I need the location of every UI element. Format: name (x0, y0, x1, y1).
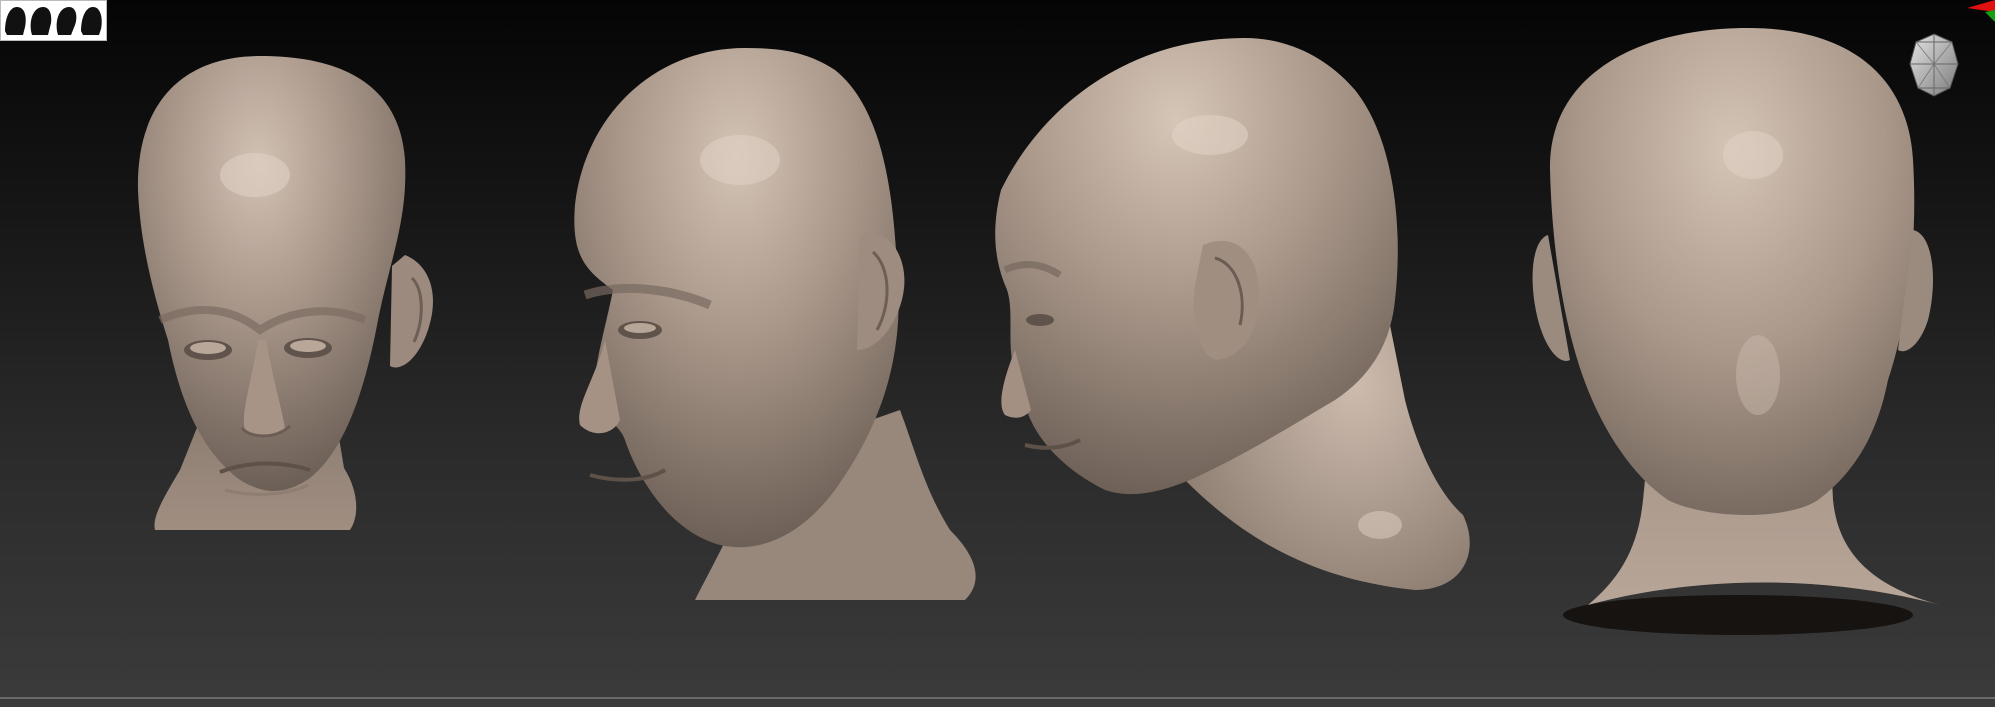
head-back-view[interactable] (1528, 20, 1948, 640)
head-side-view[interactable] (985, 20, 1490, 640)
viewport-bottom-edge (0, 697, 1995, 699)
axis-gizmo-icon (1955, 0, 1995, 25)
head-three-quarter-view[interactable] (505, 20, 985, 640)
sculpt-viewport[interactable] (0, 0, 1995, 707)
head-front-view[interactable] (60, 20, 460, 640)
